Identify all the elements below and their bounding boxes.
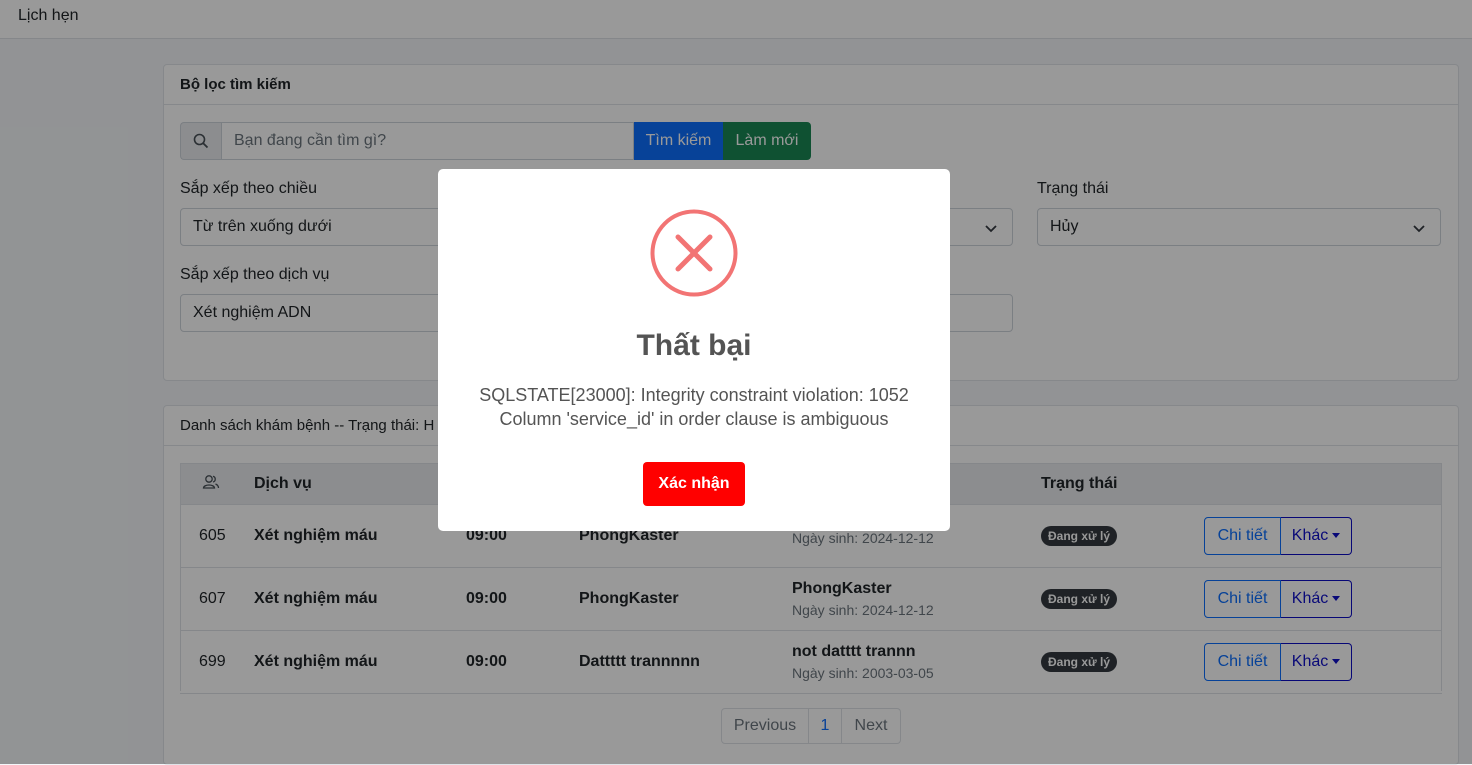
dialog-message-line: Column 'service_id' in order clause is a…: [499, 409, 889, 429]
dialog-message-line: SQLSTATE[23000]: Integrity constraint vi…: [479, 385, 909, 405]
error-x-icon: [650, 209, 738, 297]
dialog-message: SQLSTATE[23000]: Integrity constraint vi…: [468, 383, 920, 431]
dialog-title: Thất bại: [636, 329, 752, 362]
confirm-button[interactable]: Xác nhận: [643, 462, 745, 506]
error-dialog: Thất bại SQLSTATE[23000]: Integrity cons…: [438, 169, 950, 531]
